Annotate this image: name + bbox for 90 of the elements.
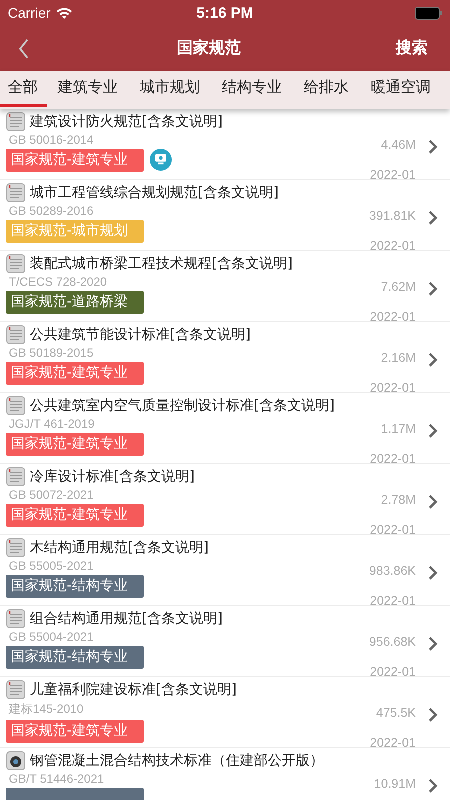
date-label: 2022-01	[370, 452, 416, 466]
category-tag: 国家规范-建筑专业	[6, 148, 144, 172]
chevron-icon	[428, 707, 438, 723]
wifi-icon	[56, 7, 73, 19]
file-size: 1.17M	[381, 422, 416, 436]
document-icon	[6, 609, 26, 629]
chevron-icon	[428, 281, 438, 297]
standard-code: JGJ/T 461-2019	[8, 417, 96, 431]
status-time: 5:16 PM	[196, 4, 254, 22]
list-item[interactable]: 装配式城市桥梁工程技术规程[含条文说明] T/CECS 728-2020 国家规范-道路桥梁 7.62M 2022-01	[0, 251, 450, 322]
file-size: 956.68K	[369, 635, 416, 649]
document-title: 公共建筑室内空气质量控制设计标准[含条文说明]	[30, 397, 335, 415]
standard-code: GB/T 51446-2021	[8, 772, 106, 786]
category-tab[interactable]: 全部	[0, 71, 47, 107]
category-tag: 国家规范-建筑专业	[6, 504, 144, 526]
document-title: 冷库设计标准[含条文说明]	[30, 468, 195, 486]
standard-code: GB 55004-2021	[8, 630, 95, 644]
category-tab[interactable]: 给排水	[293, 71, 360, 107]
document-icon	[6, 254, 26, 274]
document-icon	[6, 112, 26, 132]
file-size: 2.16M	[381, 351, 416, 365]
date-label: 2022-01	[370, 381, 416, 395]
document-title: 公共建筑节能设计标准[含条文说明]	[30, 326, 251, 344]
standard-code: GB 55005-2021	[8, 559, 95, 573]
page-title: 国家规范	[177, 38, 241, 59]
list-item[interactable]: 钢管混凝土混合结构技术标准（住建部公开版） GB/T 51446-2021 10.91M	[0, 748, 450, 800]
standard-code: GB 50289-2016	[8, 204, 95, 218]
camera-icon	[6, 751, 26, 771]
date-label: 2022-01	[370, 594, 416, 608]
list-item[interactable]: 公共建筑节能设计标准[含条文说明] GB 50189-2015 国家规范-建筑专业 2.16M 2022-01	[0, 322, 450, 393]
document-title: 城市工程管线综合规划规范[含条文说明]	[30, 184, 279, 202]
document-icon	[6, 680, 26, 700]
file-size: 475.5K	[376, 706, 416, 720]
document-icon	[6, 396, 26, 416]
standard-code: GB 50016-2014	[8, 133, 95, 147]
file-size: 2.78M	[381, 493, 416, 507]
document-title: 装配式城市桥梁工程技术规程[含条文说明]	[30, 255, 293, 273]
document-icon	[6, 467, 26, 487]
document-title: 组合结构通用规范[含条文说明]	[30, 610, 223, 628]
chevron-icon	[428, 778, 438, 794]
category-tag: 国家规范-结构专业	[6, 574, 144, 598]
category-tab[interactable]: 暖通空调	[360, 71, 442, 107]
list-item[interactable]: 儿童福利院建设标准[含条文说明] 建标145-2010 国家规范-建筑专业 475.5K 2022-01	[0, 677, 450, 748]
list-item[interactable]: 公共建筑室内空气质量控制设计标准[含条文说明] JGJ/T 461-2019 国家规范-建筑专业 1.17M 2022-01	[0, 393, 450, 464]
chevron-icon	[428, 210, 438, 226]
standard-code: T/CECS 728-2020	[8, 275, 108, 289]
document-icon	[6, 325, 26, 345]
chevron-icon	[428, 139, 438, 155]
category-tab[interactable]: 结构专业	[211, 71, 293, 107]
category-tag: 国家规范-道路桥梁	[6, 290, 144, 314]
category-tag: 国家规范-建筑专业	[6, 362, 144, 384]
document-title: 儿童福利院建设标准[含条文说明]	[30, 681, 237, 699]
date-label: 2022-01	[370, 239, 416, 253]
file-size: 983.86K	[369, 564, 416, 578]
standard-code: 建标145-2010	[8, 701, 85, 718]
list-item[interactable]: 城市工程管线综合规划规范[含条文说明] GB 50289-2016 国家规范-城市规划 391.81K 2022-01	[0, 180, 450, 251]
chevron-icon	[428, 565, 438, 581]
file-size: 10.91M	[374, 777, 416, 791]
date-label: 2022-01	[370, 665, 416, 679]
date-label: 2022-01	[370, 168, 416, 182]
file-size: 391.81K	[369, 209, 416, 223]
document-icon	[6, 538, 26, 558]
category-tag: 国家规范-建筑专业	[6, 432, 144, 456]
chevron-icon	[428, 423, 438, 439]
file-size: 4.46M	[381, 138, 416, 152]
category-tag: 国家规范-城市规划	[6, 220, 144, 242]
list-item[interactable]: 木结构通用规范[含条文说明] GB 55005-2021 国家规范-结构专业 983.86K 2022-01	[0, 535, 450, 606]
date-label: 2022-01	[370, 523, 416, 537]
document-title: 钢管混凝土混合结构技术标准（住建部公开版）	[30, 752, 324, 770]
battery-icon	[414, 7, 442, 19]
category-tab[interactable]: 建筑专业	[47, 71, 129, 107]
chevron-icon	[428, 494, 438, 510]
chevron-icon	[428, 636, 438, 652]
category-tab[interactable]: 城市规划	[129, 71, 211, 107]
list-item[interactable]: 冷库设计标准[含条文说明] GB 50072-2021 国家规范-建筑专业 2.78M 2022-01	[0, 464, 450, 535]
date-label: 2022-01	[370, 736, 416, 750]
list-item[interactable]: 建筑设计防火规范[含条文说明] GB 50016-2014 国家规范-建筑专业 4.46M 2022-01	[0, 109, 450, 180]
standard-code: GB 50189-2015	[8, 346, 95, 360]
document-icon	[6, 183, 26, 203]
standard-code: GB 50072-2021	[8, 488, 95, 502]
category-tag: 国家规范-建筑专业	[6, 720, 144, 742]
document-title: 木结构通用规范[含条文说明]	[30, 539, 209, 557]
file-size: 7.62M	[381, 280, 416, 294]
search-button[interactable]: 搜索	[386, 38, 438, 59]
category-tag: 国家规范-结构专业	[6, 646, 144, 668]
list-item[interactable]: 组合结构通用规范[含条文说明] GB 55004-2021 国家规范-结构专业 956.68K 2022-01	[0, 606, 450, 677]
carrier-label: Carrier	[8, 5, 51, 21]
chevron-icon	[428, 352, 438, 368]
document-title: 建筑设计防火规范[含条文说明]	[30, 113, 223, 131]
date-label: 2022-01	[370, 310, 416, 324]
